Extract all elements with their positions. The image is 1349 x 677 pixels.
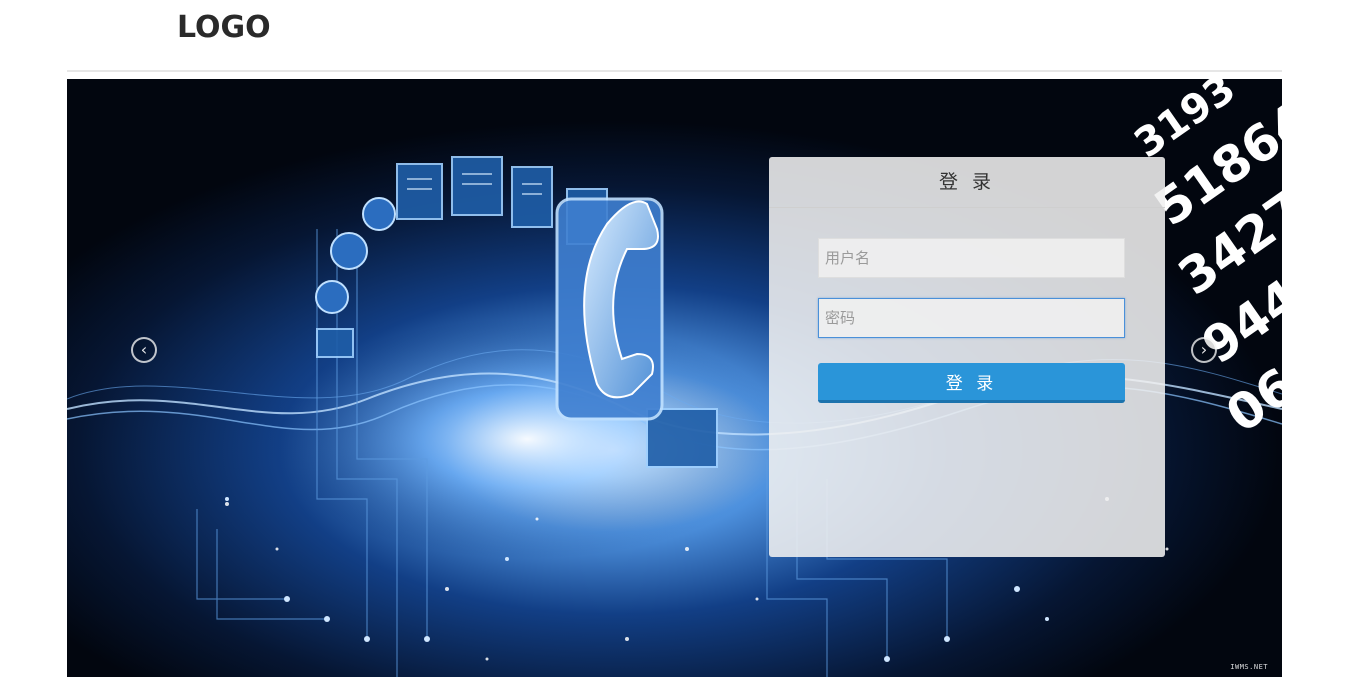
login-button[interactable]: 登 录 [818, 363, 1125, 403]
login-title: 登 录 [769, 157, 1165, 208]
username-input[interactable] [818, 238, 1125, 278]
header-divider [67, 70, 1282, 72]
site-header: LOGO [0, 0, 1349, 70]
chevron-left-icon: ‹ [140, 340, 148, 359]
carousel-next-button[interactable]: › [1191, 337, 1217, 363]
image-watermark: IWMS.NET [1230, 663, 1268, 671]
carousel-prev-button[interactable]: ‹ [131, 337, 157, 363]
password-input[interactable] [818, 298, 1125, 338]
chevron-right-icon: › [1200, 340, 1208, 359]
login-panel: 登 录 登 录 [769, 157, 1165, 557]
logo[interactable]: LOGO [177, 10, 271, 45]
